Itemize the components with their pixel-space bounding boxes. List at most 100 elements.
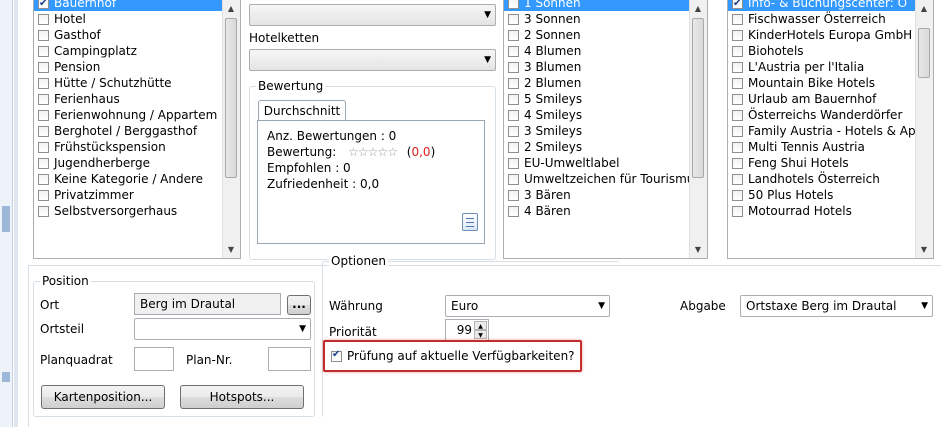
rating-item[interactable]: 4 Smileys bbox=[504, 107, 690, 123]
top-dropdown[interactable]: ▼ bbox=[249, 4, 496, 26]
group-item[interactable]: Urlaub am Bauernhof bbox=[728, 91, 916, 107]
spin-up-icon[interactable]: ▲ bbox=[474, 321, 487, 330]
group-item[interactable]: Biohotels bbox=[728, 43, 916, 59]
group-item[interactable]: Österreichs Wanderdörfer bbox=[728, 107, 916, 123]
verfuegbarkeit-checkbox[interactable] bbox=[331, 349, 342, 362]
scroll-down-arrow-icon[interactable]: ▼ bbox=[223, 242, 239, 258]
group-scrollbar[interactable]: ▲ ▼ bbox=[915, 0, 933, 258]
category-scrollbar[interactable]: ▲ ▼ bbox=[222, 0, 240, 258]
group-item[interactable]: 50 Plus Hotels bbox=[728, 187, 916, 203]
category-checkbox[interactable] bbox=[38, 45, 49, 57]
group-item[interactable]: Landhotels Österreich bbox=[728, 171, 916, 187]
group-checkbox[interactable] bbox=[732, 173, 743, 185]
category-item[interactable]: Bauernhof bbox=[34, 0, 223, 12]
hotelketten-dropdown[interactable]: ▼ bbox=[249, 49, 496, 71]
category-item[interactable]: Keine Kategorie / Andere bbox=[34, 171, 223, 187]
rating-checkbox[interactable] bbox=[508, 205, 519, 217]
category-checkbox[interactable] bbox=[38, 157, 49, 169]
category-item[interactable]: Privatzimmer bbox=[34, 187, 223, 203]
group-checkbox[interactable] bbox=[732, 157, 743, 169]
ortsteil-dropdown[interactable]: ▼ bbox=[134, 318, 311, 340]
group-checkbox[interactable] bbox=[732, 77, 743, 89]
rating-checkbox[interactable] bbox=[508, 13, 519, 25]
scroll-thumb[interactable] bbox=[692, 18, 704, 178]
browse-button[interactable]: ... bbox=[287, 295, 311, 315]
group-checkbox[interactable] bbox=[732, 93, 743, 105]
plannr-field[interactable] bbox=[268, 347, 311, 371]
category-item[interactable]: Gasthof bbox=[34, 27, 223, 43]
rating-checkbox[interactable] bbox=[508, 109, 519, 121]
group-item[interactable]: Motourrad Hotels bbox=[728, 203, 916, 219]
scroll-down-arrow-icon[interactable]: ▼ bbox=[690, 242, 706, 258]
rating-item[interactable]: 2 Sonnen bbox=[504, 27, 690, 43]
group-checkbox[interactable] bbox=[732, 13, 743, 25]
category-checkbox[interactable] bbox=[38, 0, 49, 12]
hotspots-button[interactable]: Hotspots... bbox=[180, 385, 304, 409]
group-item[interactable]: Family Austria - Hotels & Ap bbox=[728, 123, 916, 139]
category-checkbox[interactable] bbox=[38, 189, 49, 201]
group-checkbox[interactable] bbox=[732, 45, 743, 57]
category-checkbox[interactable] bbox=[38, 125, 49, 137]
category-checkbox[interactable] bbox=[38, 13, 49, 25]
category-checkbox[interactable] bbox=[38, 173, 49, 185]
group-item[interactable]: Fischwasser Österreich bbox=[728, 11, 916, 27]
verfuegbarkeit-checkbox-row[interactable]: Prüfung auf aktuelle Verfügbarkeiten? bbox=[331, 349, 575, 363]
rating-item[interactable]: 5 Smileys bbox=[504, 91, 690, 107]
scroll-down-arrow-icon[interactable]: ▼ bbox=[916, 242, 932, 258]
rating-item[interactable]: 2 Smileys bbox=[504, 139, 690, 155]
rating-checkbox[interactable] bbox=[508, 173, 519, 185]
prioritaet-spinner[interactable]: 99 ▲ ▼ bbox=[445, 319, 489, 341]
rating-item[interactable]: 2 Blumen bbox=[504, 75, 690, 91]
rating-item[interactable]: 1 Sonnen bbox=[504, 0, 690, 11]
group-item[interactable]: Feng Shui Hotels bbox=[728, 155, 916, 171]
scroll-up-arrow-icon[interactable]: ▲ bbox=[690, 1, 706, 17]
category-item[interactable]: Ferienwohnung / Appartem bbox=[34, 107, 223, 123]
group-checkbox[interactable] bbox=[732, 189, 743, 201]
group-item[interactable]: L'Austria per l'Italia bbox=[728, 59, 916, 75]
group-checkbox[interactable] bbox=[732, 141, 743, 153]
category-checkbox[interactable] bbox=[38, 93, 49, 105]
category-item[interactable]: Hütte / Schutzhütte bbox=[34, 75, 223, 91]
rating-checkbox[interactable] bbox=[508, 141, 519, 153]
category-checkbox[interactable] bbox=[38, 205, 49, 217]
category-item[interactable]: Jugendherberge bbox=[34, 155, 223, 171]
rating-checkbox[interactable] bbox=[508, 93, 519, 105]
group-item[interactable]: Multi Tennis Austria bbox=[728, 139, 916, 155]
rating-checkbox[interactable] bbox=[508, 29, 519, 41]
category-checkbox[interactable] bbox=[38, 77, 49, 89]
rating-scrollbar[interactable]: ▲ ▼ bbox=[689, 0, 707, 258]
category-checkbox[interactable] bbox=[38, 109, 49, 121]
scroll-thumb[interactable] bbox=[225, 18, 237, 178]
rating-checkbox[interactable] bbox=[508, 45, 519, 57]
category-item[interactable]: Ferienhaus bbox=[34, 91, 223, 107]
group-checkbox[interactable] bbox=[732, 205, 743, 217]
group-checkbox[interactable] bbox=[732, 125, 743, 137]
rating-checkbox[interactable] bbox=[508, 189, 519, 201]
rating-checkbox[interactable] bbox=[508, 77, 519, 89]
rating-item[interactable]: 4 Blumen bbox=[504, 43, 690, 59]
category-item[interactable]: Pension bbox=[34, 59, 223, 75]
group-list[interactable]: Info- & Buchungscenter: Ö Fischwasser Öst… bbox=[727, 0, 934, 259]
rating-item[interactable]: Umweltzeichen für Tourismu bbox=[504, 171, 690, 187]
category-checkbox[interactable] bbox=[38, 61, 49, 73]
rating-item[interactable]: EU-Umweltlabel bbox=[504, 155, 690, 171]
group-checkbox[interactable] bbox=[732, 29, 743, 41]
group-item[interactable]: KinderHotels Europa GmbH bbox=[728, 27, 916, 43]
rating-item[interactable]: 3 Blumen bbox=[504, 59, 690, 75]
category-item[interactable]: Frühstückspension bbox=[34, 139, 223, 155]
rating-list[interactable]: 1 Sonnen 3 Sonnen 2 Sonnen 4 Blumen 3 Blumen… bbox=[503, 0, 708, 259]
group-item[interactable]: Mountain Bike Hotels bbox=[728, 75, 916, 91]
category-checkbox[interactable] bbox=[38, 29, 49, 41]
kartenposition-button[interactable]: Kartenposition... bbox=[41, 385, 165, 409]
category-item[interactable]: Campingplatz bbox=[34, 43, 223, 59]
planquadrat-field[interactable] bbox=[134, 347, 174, 371]
rating-checkbox[interactable] bbox=[508, 61, 519, 73]
scroll-thumb[interactable] bbox=[918, 28, 930, 78]
notes-icon[interactable] bbox=[462, 213, 478, 231]
rating-item[interactable]: 3 Sonnen bbox=[504, 11, 690, 27]
rating-item[interactable]: 3 Bären bbox=[504, 187, 690, 203]
category-list[interactable]: Bauernhof Hotel Gasthof Campingplatz Pension… bbox=[33, 0, 241, 259]
waehrung-dropdown[interactable]: Euro ▼ bbox=[445, 295, 610, 317]
rating-checkbox[interactable] bbox=[508, 125, 519, 137]
rating-item[interactable]: 4 Bären bbox=[504, 203, 690, 219]
